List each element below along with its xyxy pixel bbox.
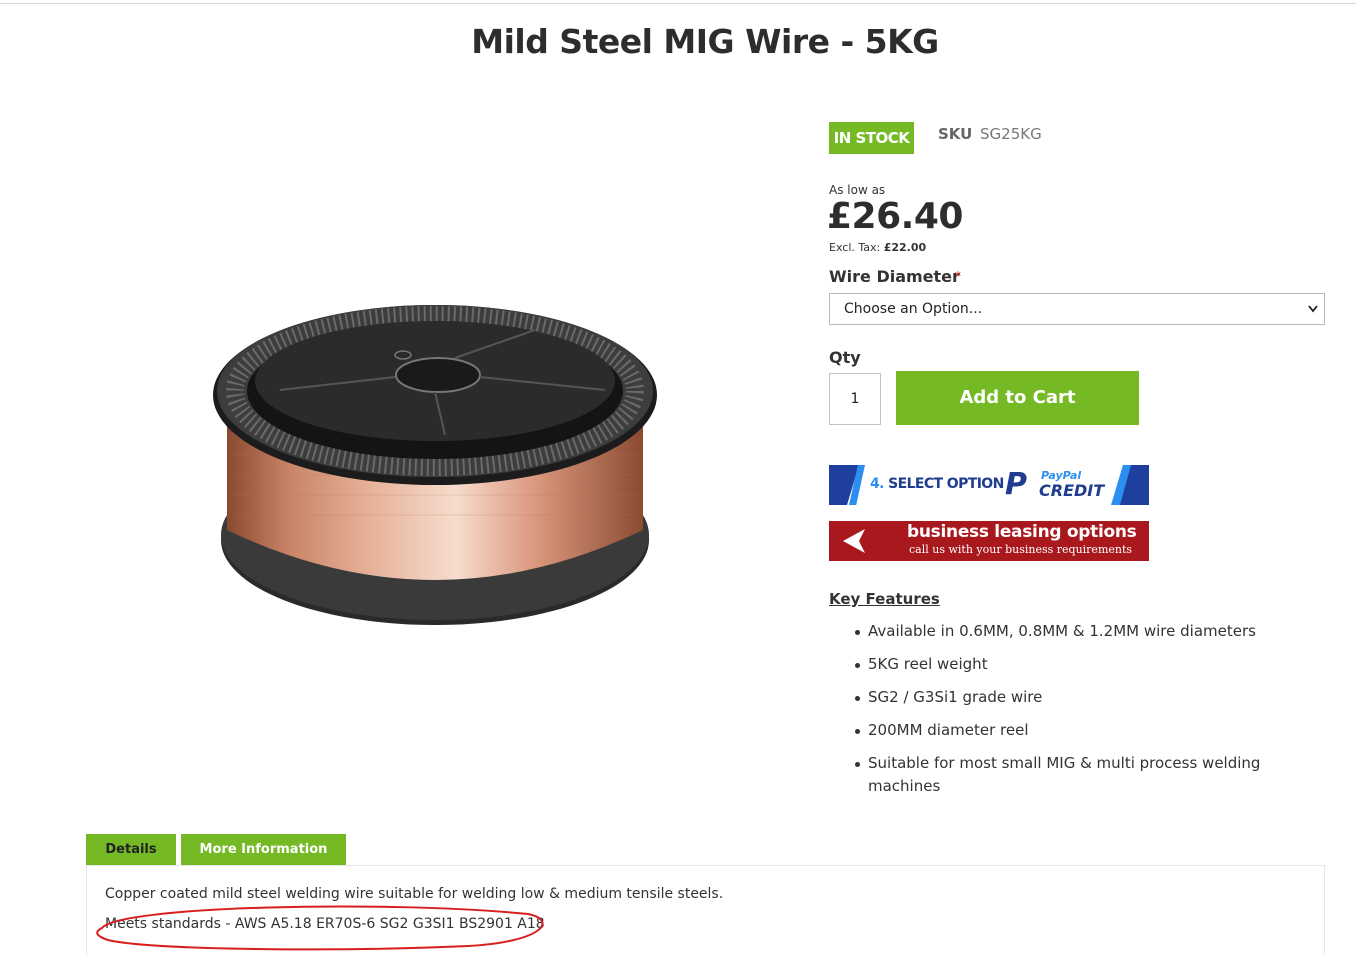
sku-label: SKU	[938, 125, 973, 143]
paypal-credit-banner[interactable]: 4. SELECT OPTION P PayPal CREDIT	[829, 465, 1149, 505]
wire-diameter-label: Wire Diameter	[829, 267, 960, 286]
list-item: 200MM diameter reel	[853, 719, 1293, 742]
description-text: Copper coated mild steel welding wire su…	[105, 886, 724, 902]
wire-diameter-select[interactable]: Choose an Option...	[829, 293, 1325, 325]
list-item: Suitable for most small MIG & multi proc…	[853, 752, 1293, 798]
top-divider	[0, 3, 1356, 4]
select-option-text: 4. SELECT OPTION	[870, 476, 1004, 492]
step-text: SELECT OPTION	[888, 476, 1004, 492]
select-value: Choose an Option...	[844, 301, 983, 317]
tab-more-information[interactable]: More Information	[181, 834, 346, 865]
list-item: Available in 0.6MM, 0.8MM & 1.2MM wire d…	[853, 620, 1293, 643]
sku-value: SG25KG	[980, 125, 1042, 143]
as-low-as-label: As low as	[829, 183, 886, 197]
add-to-cart-button[interactable]: Add to Cart	[896, 371, 1139, 425]
product-image[interactable]	[205, 285, 675, 635]
price: £26.40	[827, 196, 963, 237]
step-number: 4.	[870, 476, 884, 492]
qty-label: Qty	[829, 348, 861, 367]
red-annotation-circle	[96, 905, 544, 951]
key-features-list: Available in 0.6MM, 0.8MM & 1.2MM wire d…	[853, 620, 1293, 808]
excl-tax: Excl. Tax: £22.00	[829, 241, 926, 254]
list-item: SG2 / G3Si1 grade wire	[853, 686, 1293, 709]
tab-details[interactable]: Details	[86, 834, 176, 865]
wire-spool-image	[213, 305, 657, 625]
leasing-title: business leasing options	[907, 522, 1137, 542]
qty-input[interactable]: 1	[829, 373, 881, 425]
key-features-title: Key Features	[829, 590, 940, 608]
chevron-down-icon	[1308, 294, 1318, 335]
arrow-left-icon	[843, 529, 865, 553]
list-item: 5KG reel weight	[853, 653, 1293, 676]
required-mark: *	[955, 269, 961, 283]
business-leasing-banner[interactable]: business leasing options call us with yo…	[829, 521, 1149, 561]
paypal-credit-text: CREDIT	[1039, 481, 1105, 500]
stock-status-badge: IN STOCK	[829, 122, 914, 154]
page-title: Mild Steel MIG Wire - 5KG	[471, 22, 939, 61]
leasing-subtitle: call us with your business requirements	[909, 543, 1133, 556]
excl-tax-label: Excl. Tax:	[829, 241, 881, 254]
excl-tax-value: £22.00	[883, 241, 927, 254]
paypal-logo-icon: P	[1005, 467, 1027, 502]
